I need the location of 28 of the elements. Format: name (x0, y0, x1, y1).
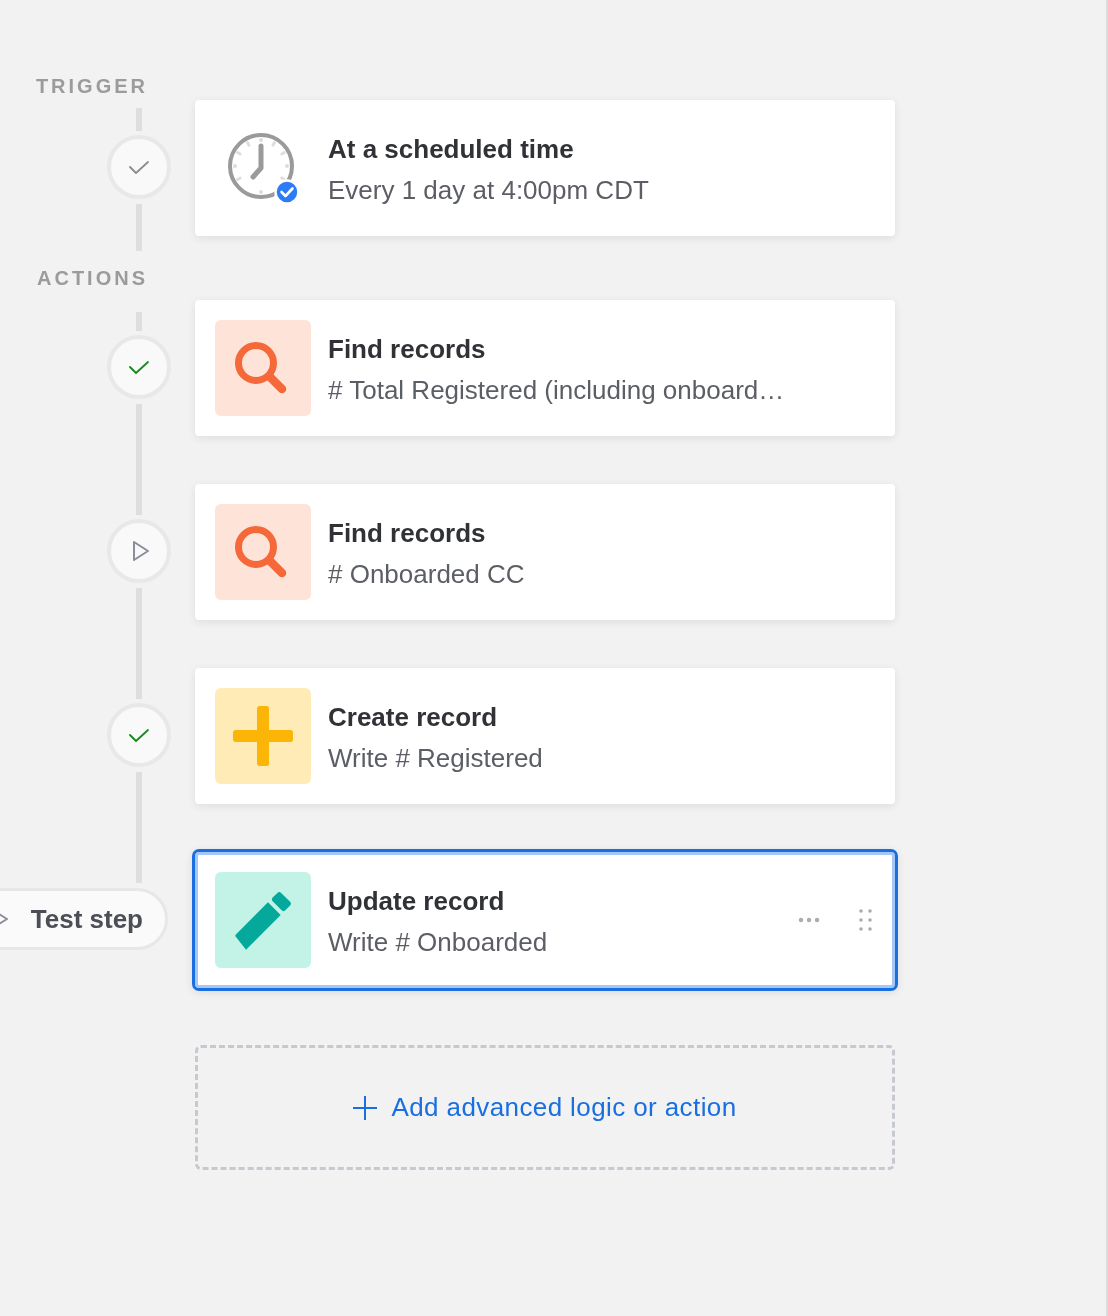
clock-icon (226, 131, 300, 205)
add-action-button[interactable]: Add advanced logic or action (195, 1045, 895, 1170)
step-title: At a scheduled time (328, 132, 575, 165)
search-icon (215, 320, 311, 416)
more-icon[interactable] (798, 917, 820, 923)
step-title: Update record (328, 884, 506, 917)
plus-icon (353, 1095, 378, 1120)
step-card[interactable]: Update record Write # Onboarded (192, 849, 898, 991)
step-card[interactable]: Find records # Onboarded CC (195, 484, 895, 620)
step-title: Find records (328, 516, 487, 549)
pencil-icon (215, 872, 311, 968)
step-subtitle: Every 1 day at 4:00pm CDT (328, 173, 649, 206)
step-subtitle: Write # Registered (328, 741, 543, 774)
step-card[interactable]: At a scheduled time Every 1 day at 4:00pm CDT (195, 100, 895, 236)
play-icon (132, 540, 150, 562)
step-title: Create record (328, 700, 499, 733)
step-card[interactable]: Create record Write # Registered (195, 668, 895, 804)
step-subtitle: # Onboarded CC (328, 557, 525, 590)
step-subtitle: Write # Onboarded (328, 925, 548, 958)
drag-handle-icon[interactable] (859, 909, 872, 931)
section-label: TRIGGER (35, 74, 148, 99)
plus-icon (215, 688, 311, 784)
search-icon (215, 504, 311, 600)
step-subtitle: # Total Registered (including onboard… (328, 373, 785, 406)
step-title: Find records (328, 332, 487, 365)
step-card[interactable]: Find records # Total Registered (including onboard… (195, 300, 895, 436)
test-step-button[interactable]: Test step (0, 888, 168, 950)
section-label: ACTIONS (37, 266, 148, 291)
